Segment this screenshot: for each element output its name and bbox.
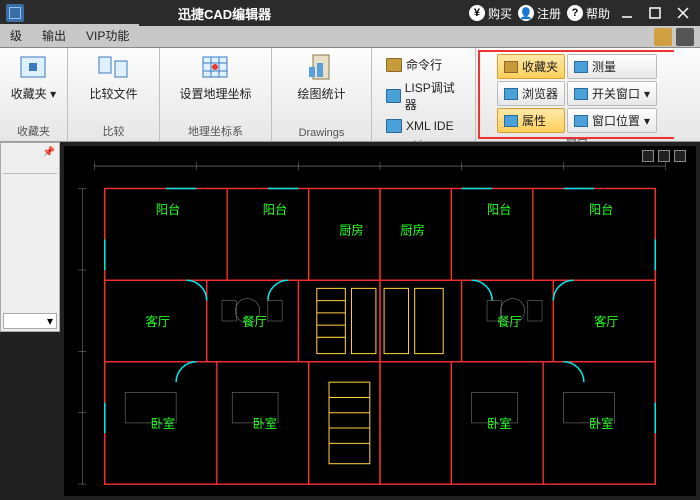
register-button[interactable]: 👤注册 bbox=[518, 5, 561, 22]
xml-ide-button[interactable]: XML IDE bbox=[382, 117, 465, 135]
svg-text:客厅: 客厅 bbox=[594, 314, 618, 329]
help-icon: ? bbox=[567, 5, 583, 21]
favorites-win-button[interactable]: 收藏夹 bbox=[497, 54, 565, 79]
svg-text:阳台: 阳台 bbox=[487, 202, 511, 217]
svg-text:阳台: 阳台 bbox=[589, 202, 613, 217]
floorplan-drawing: 阳台阳台阳台阳台 厨房厨房 客厅餐厅餐厅客厅 卧室卧室卧室卧室 bbox=[64, 146, 696, 496]
tab-output[interactable]: 输出 bbox=[32, 24, 76, 47]
winpos-icon bbox=[574, 115, 588, 127]
lisp-debug-button[interactable]: LISP调试器 bbox=[382, 77, 465, 115]
xml-icon bbox=[386, 119, 402, 133]
yen-icon: ¥ bbox=[469, 5, 485, 21]
compare-files-button[interactable]: 比较文件 bbox=[89, 52, 137, 102]
svg-text:卧室: 卧室 bbox=[253, 416, 277, 431]
lisp-icon bbox=[386, 89, 401, 103]
group-caption: 比较 bbox=[103, 123, 125, 139]
browser-icon bbox=[504, 88, 518, 100]
svg-text:卧室: 卧室 bbox=[151, 416, 175, 431]
group-caption: 地理坐标系 bbox=[188, 123, 243, 139]
app-logo bbox=[6, 4, 24, 22]
drawing-stats-button[interactable]: 绘图统计 bbox=[297, 52, 345, 102]
cad-canvas[interactable]: 阳台阳台阳台阳台 厨房厨房 客厅餐厅餐厅客厅 卧室卧室卧室卧室 bbox=[64, 146, 696, 496]
win-pos-button[interactable]: 窗口位置 ▾ bbox=[567, 108, 657, 133]
qat-icon-1[interactable] bbox=[654, 28, 672, 46]
properties-button[interactable]: 属性 bbox=[497, 108, 565, 133]
side-panel[interactable]: 📌 ▾ bbox=[0, 142, 60, 332]
svg-text:客厅: 客厅 bbox=[146, 314, 170, 329]
measure-button[interactable]: 测量 bbox=[567, 54, 657, 79]
props-icon bbox=[504, 115, 518, 127]
compare-icon bbox=[95, 52, 131, 82]
minimize-button[interactable] bbox=[616, 4, 638, 22]
group-caption: Drawings bbox=[299, 127, 345, 139]
measure-icon bbox=[574, 61, 588, 73]
svg-text:阳台: 阳台 bbox=[263, 202, 287, 217]
stats-icon bbox=[303, 52, 339, 82]
svg-text:卧室: 卧室 bbox=[589, 416, 613, 431]
svg-text:卧室: 卧室 bbox=[487, 416, 511, 431]
switch-icon bbox=[574, 88, 588, 100]
favorites-icon bbox=[15, 52, 51, 82]
svg-text:阳台: 阳台 bbox=[156, 202, 180, 217]
tab-level[interactable]: 级 bbox=[0, 24, 32, 47]
canvas-max-icon[interactable] bbox=[658, 150, 670, 162]
favorites-button[interactable]: 收藏夹 ▾ bbox=[11, 52, 56, 102]
buy-button[interactable]: ¥购买 bbox=[469, 5, 512, 22]
side-dropdown[interactable]: ▾ bbox=[3, 313, 57, 329]
pin-icon[interactable]: 📌 bbox=[43, 147, 55, 158]
qat-icon-2[interactable] bbox=[676, 28, 694, 46]
svg-text:厨房: 厨房 bbox=[400, 222, 424, 237]
maximize-button[interactable] bbox=[644, 4, 666, 22]
browser-button[interactable]: 浏览器 bbox=[497, 81, 565, 106]
canvas-close-icon[interactable] bbox=[674, 150, 686, 162]
group-caption: 收藏夹 bbox=[17, 123, 50, 139]
fav-icon bbox=[504, 61, 518, 73]
svg-text:厨房: 厨房 bbox=[339, 222, 363, 237]
cmd-icon bbox=[386, 58, 402, 72]
svg-text:餐厅: 餐厅 bbox=[242, 314, 266, 329]
window-title: 迅捷CAD编辑器 bbox=[178, 4, 271, 23]
user-icon: 👤 bbox=[518, 5, 534, 21]
canvas-min-icon[interactable] bbox=[642, 150, 654, 162]
tab-vip[interactable]: VIP功能 bbox=[76, 24, 139, 47]
cmdline-button[interactable]: 命令行 bbox=[382, 54, 465, 75]
switch-win-button[interactable]: 开关窗口 ▾ bbox=[567, 81, 657, 106]
geo-icon bbox=[197, 52, 233, 82]
help-button[interactable]: ?帮助 bbox=[567, 5, 610, 22]
close-button[interactable] bbox=[672, 4, 694, 22]
geo-coords-button[interactable]: 设置地理坐标 bbox=[179, 52, 251, 102]
